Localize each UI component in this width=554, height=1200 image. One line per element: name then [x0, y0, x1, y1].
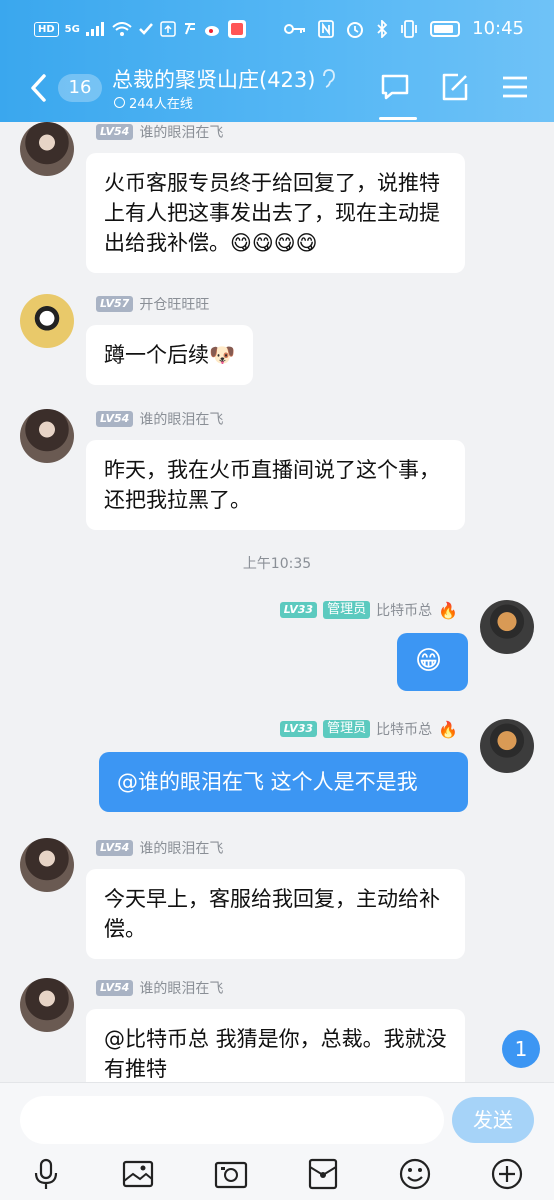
avatar[interactable] [480, 719, 534, 773]
level-badge: LV54 [96, 840, 134, 856]
level-badge: LV54 [96, 124, 134, 140]
avatar[interactable] [20, 409, 74, 463]
message-bubble[interactable]: 火币客服专员终于给回复了，说推特上有人把这事发出去了，现在主动提出给我补偿。😋😋… [86, 153, 465, 273]
active-tab-indicator [379, 117, 417, 120]
send-button[interactable]: 发送 [452, 1097, 534, 1143]
clock: 10:45 [472, 18, 524, 39]
alarm-icon [347, 21, 364, 38]
microphone-icon[interactable] [29, 1157, 63, 1191]
nfc-icon [318, 19, 335, 38]
upload-icon [160, 21, 176, 37]
message-bubble[interactable]: 昨天，我在火币直播间说了这个事，还把我拉黑了。 [86, 440, 465, 530]
level-badge: LV33 [279, 721, 318, 737]
battery-level [434, 24, 453, 33]
taobao-icon [227, 20, 246, 38]
bluetooth-icon [377, 19, 388, 38]
online-count: 244人在线 [114, 93, 193, 112]
fire-icon: 🔥 [438, 600, 458, 620]
level-badge: LV57 [96, 296, 134, 312]
signal-icon [85, 22, 104, 36]
fire-icon: 🔥 [438, 719, 458, 739]
sender-meta: LV54 谁的眼泪在飞 [96, 122, 223, 142]
wifi-icon [112, 22, 132, 36]
app-icon [184, 23, 195, 35]
message-bubble[interactable]: 今天早上，客服给我回复，主动给补偿。 [86, 869, 465, 959]
online-icon [114, 97, 125, 108]
menu-icon[interactable] [500, 72, 530, 102]
message-bubble[interactable]: 😁 [397, 633, 468, 691]
image-icon[interactable] [121, 1157, 155, 1191]
unread-count-badge[interactable]: 16 [58, 74, 102, 102]
weibo-icon [204, 26, 219, 36]
sender-meta: LV57 开仓旺旺旺 [96, 294, 209, 314]
sender-name[interactable]: 比特币总 [376, 719, 432, 739]
sender-name[interactable]: 谁的眼泪在飞 [139, 978, 223, 998]
level-badge: LV54 [96, 980, 134, 996]
status-right: 10:45 [284, 18, 524, 39]
sender-meta: LV33 管理员 比特币总 🔥 [279, 719, 458, 739]
online-text: 244人在线 [129, 97, 193, 112]
sender-name[interactable]: 谁的眼泪在飞 [139, 409, 223, 429]
sender-name[interactable]: 开仓旺旺旺 [139, 294, 209, 314]
header: HD 5G 10:45 16 总裁的聚贤山庄(423) 244人在线 [0, 0, 554, 122]
red-packet-icon[interactable] [306, 1157, 340, 1191]
battery-icon [430, 20, 461, 37]
status-left: HD 5G [34, 20, 246, 38]
chat-area[interactable]: LV54 谁的眼泪在飞 火币客服专员终于给回复了，说推特上有人把这事发出去了，现… [0, 122, 554, 1082]
header-actions [380, 72, 530, 102]
emoji-icon[interactable] [398, 1157, 432, 1191]
edit-note-icon[interactable] [440, 72, 470, 102]
group-title[interactable]: 总裁的聚贤山庄(423) [112, 64, 337, 94]
avatar[interactable] [20, 978, 74, 1032]
level-badge: LV33 [279, 602, 318, 618]
camera-icon[interactable] [214, 1157, 248, 1191]
sender-name[interactable]: 谁的眼泪在飞 [139, 122, 223, 142]
level-badge: LV54 [96, 411, 134, 427]
sender-meta: LV54 谁的眼泪在飞 [96, 978, 223, 998]
nav-bar: 16 总裁的聚贤山庄(423) 244人在线 [0, 60, 554, 122]
avatar[interactable] [20, 122, 74, 176]
admin-badge: 管理员 [323, 720, 371, 738]
back-arrow-icon[interactable] [26, 72, 52, 104]
time-separator: 上午10:35 [242, 556, 312, 572]
message-input[interactable] [20, 1096, 444, 1144]
avatar[interactable] [480, 600, 534, 654]
toolbar [0, 1153, 554, 1193]
sender-meta: LV54 谁的眼泪在飞 [96, 409, 223, 429]
sender-name[interactable]: 比特币总 [376, 600, 432, 620]
message-bubble[interactable]: @谁的眼泪在飞 这个人是不是我 [99, 752, 468, 812]
avatar[interactable] [20, 294, 74, 348]
plus-icon[interactable] [490, 1157, 524, 1191]
new-message-badge[interactable]: 1 [502, 1030, 540, 1068]
vibrate-icon [401, 19, 418, 38]
hd-badge: HD [34, 21, 59, 37]
network-badge: 5G [64, 23, 80, 35]
avatar[interactable] [20, 838, 74, 892]
sender-name[interactable]: 谁的眼泪在飞 [139, 838, 223, 858]
admin-badge: 管理员 [323, 601, 371, 619]
status-bar: HD 5G 10:45 [0, 0, 554, 60]
input-bar: 发送 [0, 1082, 554, 1200]
ear-mode-icon [323, 69, 336, 88]
app-notification-icon [138, 23, 153, 35]
sender-meta: LV54 谁的眼泪在飞 [96, 838, 223, 858]
message-bubble[interactable]: 蹲一个后续🐶 [86, 325, 254, 385]
message-bubble[interactable]: @比特币总 我猜是你，总裁。我就没有推特 [86, 1009, 465, 1082]
chat-bubble-icon[interactable] [380, 72, 410, 102]
key-icon [284, 23, 306, 34]
group-title-text: 总裁的聚贤山庄(423) [112, 68, 316, 92]
sender-meta: LV33 管理员 比特币总 🔥 [279, 600, 458, 620]
